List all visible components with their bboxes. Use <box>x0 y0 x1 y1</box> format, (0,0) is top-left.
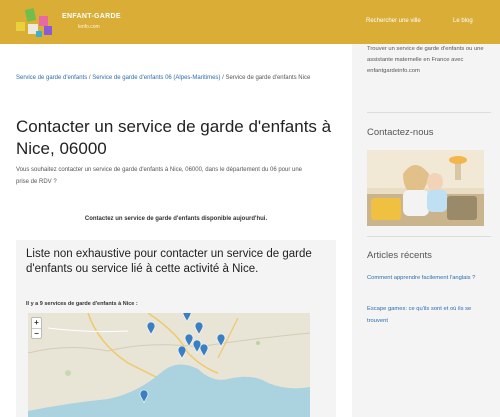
services-count: Il y a 9 services de garde d'enfants à N… <box>26 301 138 307</box>
breadcrumb-link-services[interactable]: Service de garde d'enfants <box>16 75 87 81</box>
cta-text: Contactez un service de garde d'enfants … <box>84 216 268 222</box>
main-content: Service de garde d'enfants / Service de … <box>0 44 352 417</box>
services-list-box: Liste non exhaustive pour contacter un s… <box>16 240 336 417</box>
site-logo-icon[interactable] <box>14 6 58 38</box>
articles-heading: Articles récents <box>367 250 432 261</box>
sidebar-search-text: Trouver un service de garde d'enfants ou… <box>367 46 484 74</box>
logo-text[interactable]: ENFANT-GARDE <box>62 13 121 20</box>
list-title: Liste non exhaustive pour contacter un s… <box>26 248 312 275</box>
breadcrumb-link-department[interactable]: Service de garde d'enfants 06 (Alpes-Mar… <box>92 75 220 81</box>
intro-text: Vous souhaitez contacter un service de g… <box>16 167 303 185</box>
article-link[interactable]: Comment apprendre facilement l'anglais ? <box>367 272 491 284</box>
zoom-in-button[interactable]: + <box>32 318 41 328</box>
family-photo <box>367 150 484 226</box>
zoom-out-button[interactable]: − <box>32 328 41 338</box>
site-header: ENFANT-GARDE lenfo.com Rechercher une vi… <box>0 0 500 44</box>
article-link[interactable]: Escape games: ce qu'ils sont et où ils s… <box>367 303 491 327</box>
nav-blog[interactable]: Le blog <box>453 18 473 24</box>
services-map[interactable]: + − <box>28 313 310 417</box>
sidebar-divider <box>367 112 491 113</box>
breadcrumb: Service de garde d'enfants / Service de … <box>16 72 326 84</box>
sidebar-divider <box>367 236 491 237</box>
map-canvas[interactable] <box>28 313 310 417</box>
sidebar: Trouver un service de garde d'enfants ou… <box>360 44 500 417</box>
nav-search-city[interactable]: Rechercher une ville <box>366 18 421 24</box>
logo-subtext: lenfo.com <box>78 24 100 30</box>
map-zoom-control: + − <box>31 317 42 339</box>
breadcrumb-current: Service de garde d'enfants Nice <box>225 75 311 81</box>
page-title: Contacter un service de garde d'enfants … <box>16 117 332 158</box>
contact-heading: Contactez-nous <box>367 127 434 138</box>
